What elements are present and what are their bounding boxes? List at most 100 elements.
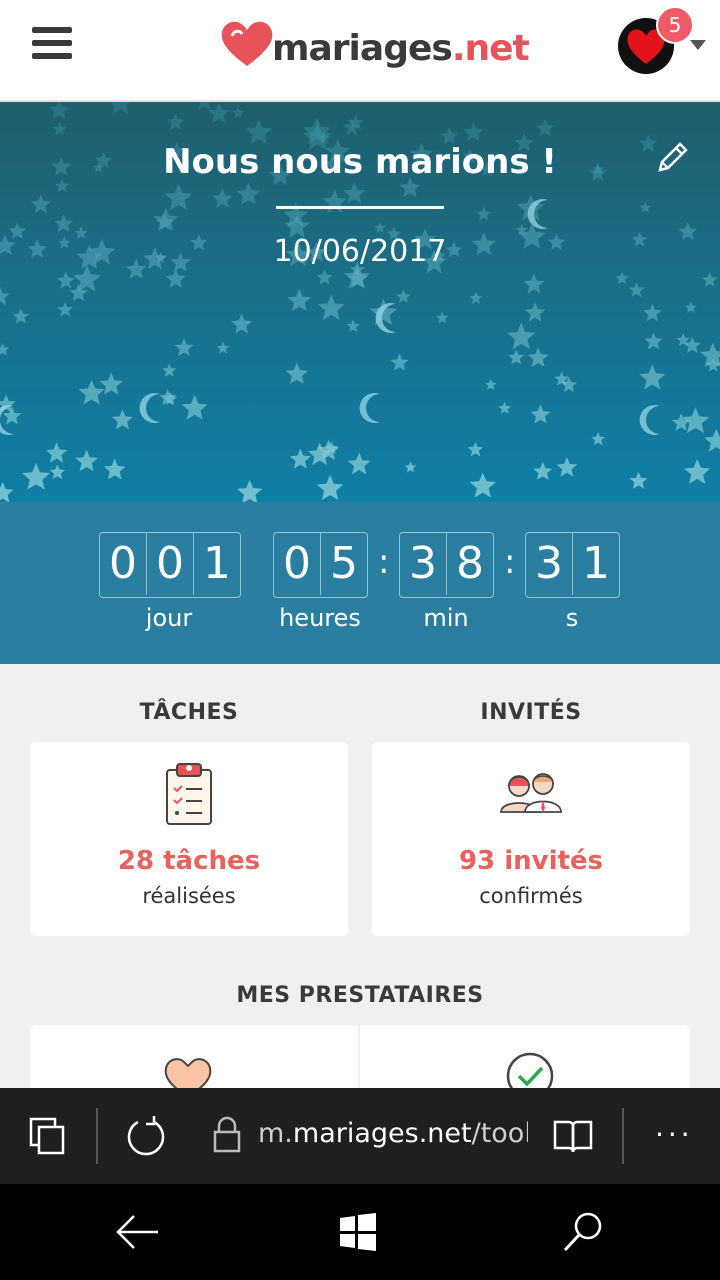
star-decoration: [174, 338, 194, 357]
star-decoration: [0, 342, 10, 356]
search-icon[interactable]: [562, 1210, 606, 1254]
star-decoration: [469, 291, 483, 305]
moon-decoration: [359, 393, 380, 423]
star-decoration: [404, 461, 417, 473]
system-nav-bar: [0, 1184, 720, 1280]
star-decoration: [390, 353, 409, 371]
star-decoration: [644, 332, 663, 350]
guests-status: confirmés: [479, 884, 583, 908]
star-decoration: [285, 362, 309, 384]
star-decoration: [507, 322, 536, 350]
star-decoration: [54, 214, 73, 233]
star-decoration: [322, 189, 348, 214]
countdown-digit: 0: [274, 533, 321, 595]
star-decoration: [231, 313, 253, 334]
countdown-seconds-label: s: [565, 604, 579, 632]
menu-icon[interactable]: [32, 27, 72, 63]
guests-count: 93 invités: [458, 846, 604, 876]
countdown-digit: 3: [526, 533, 573, 595]
refresh-icon[interactable]: [124, 1114, 168, 1158]
star-decoration: [467, 441, 484, 457]
star-decoration: [316, 474, 344, 501]
reading-view-icon[interactable]: [553, 1118, 593, 1154]
countdown-seconds: 3 1: [525, 532, 620, 598]
countdown-digit: 3: [400, 533, 447, 595]
pencil-edit-icon[interactable]: [656, 140, 690, 174]
countdown-digit: 8: [456, 538, 484, 589]
lock-icon: [213, 1116, 241, 1153]
star-decoration: [701, 272, 718, 287]
countdown-digit: 0: [100, 533, 147, 595]
logo-text: mariages.net: [272, 28, 530, 69]
star-decoration: [166, 113, 185, 130]
logo-heart-icon: [221, 21, 273, 67]
star-decoration: [162, 363, 177, 377]
wedding-date: 10/06/2017: [273, 234, 447, 269]
toolbar-separator: [96, 1108, 98, 1164]
mariages-logo[interactable]: mariages.net: [218, 18, 530, 78]
hero-divider: [276, 206, 444, 209]
star-decoration: [591, 432, 606, 446]
star-decoration: [111, 409, 133, 430]
star-decoration: [110, 102, 130, 115]
wedding-hero-banner: Nous nous marions ! 10/06/2017: [0, 102, 720, 502]
countdown-digit: 1: [203, 538, 231, 589]
notification-badge: 5: [656, 6, 694, 44]
star-decoration: [317, 294, 345, 320]
star-decoration: [484, 378, 497, 390]
star-decoration: [57, 301, 73, 317]
star-decoration: [639, 201, 652, 213]
star-decoration: [45, 442, 68, 463]
countdown-digit: 0: [147, 533, 194, 595]
moon-decoration: [139, 393, 160, 423]
star-decoration: [615, 271, 629, 284]
tasks-count: 28 tâches: [117, 846, 261, 876]
countdown-timer: 0 0 1 0 5 : 3 8 : 3 1 jour heures min s: [0, 502, 720, 664]
star-decoration: [208, 102, 230, 123]
star-decoration: [556, 457, 578, 477]
star-decoration: [704, 428, 720, 452]
star-decoration: [56, 271, 75, 289]
app-header: mariages.net 5: [0, 0, 720, 102]
star-decoration: [216, 341, 230, 354]
more-options-icon[interactable]: ···: [655, 1118, 694, 1151]
star-decoration: [639, 364, 666, 390]
star-decoration: [316, 269, 333, 285]
countdown-hours: 0 5: [273, 532, 368, 598]
tasks-status: réalisées: [142, 884, 236, 908]
star-decoration: [78, 379, 105, 405]
tasks-card[interactable]: 28 tâches réalisées: [30, 742, 348, 936]
star-decoration: [347, 452, 371, 475]
tasks-section-title: TÂCHES: [139, 700, 239, 725]
star-decoration: [287, 288, 311, 311]
toolbar-separator: [622, 1108, 624, 1164]
star-decoration: [99, 372, 123, 395]
star-decoration: [527, 347, 549, 367]
browser-toolbar: m.mariages.net/tools ···: [0, 1088, 720, 1184]
countdown-minutes-label: min: [423, 604, 469, 632]
star-decoration: [436, 311, 449, 324]
star-decoration: [343, 182, 366, 204]
star-decoration: [628, 282, 645, 297]
countdown-colon: :: [504, 542, 516, 582]
back-arrow-icon[interactable]: [114, 1212, 160, 1252]
countdown-digit: 1: [582, 538, 610, 589]
star-decoration: [536, 119, 555, 137]
star-decoration: [684, 459, 711, 484]
star-decoration: [684, 301, 697, 313]
address-bar[interactable]: m.mariages.net/tools: [258, 1118, 528, 1149]
couple-guests-icon: [500, 773, 562, 813]
star-decoration: [469, 472, 496, 498]
windows-start-icon[interactable]: [338, 1212, 378, 1252]
star-decoration: [198, 102, 211, 111]
tabs-icon[interactable]: [28, 1116, 68, 1156]
star-decoration: [629, 471, 648, 489]
moon-decoration: [639, 405, 660, 435]
chevron-down-icon[interactable]: [690, 40, 706, 50]
star-decoration: [103, 458, 126, 480]
star-decoration: [463, 122, 484, 142]
star-decoration: [498, 401, 511, 414]
guests-card[interactable]: 93 invités confirmés: [372, 742, 690, 936]
star-decoration: [346, 319, 360, 332]
countdown-minutes: 3 8: [399, 532, 494, 598]
